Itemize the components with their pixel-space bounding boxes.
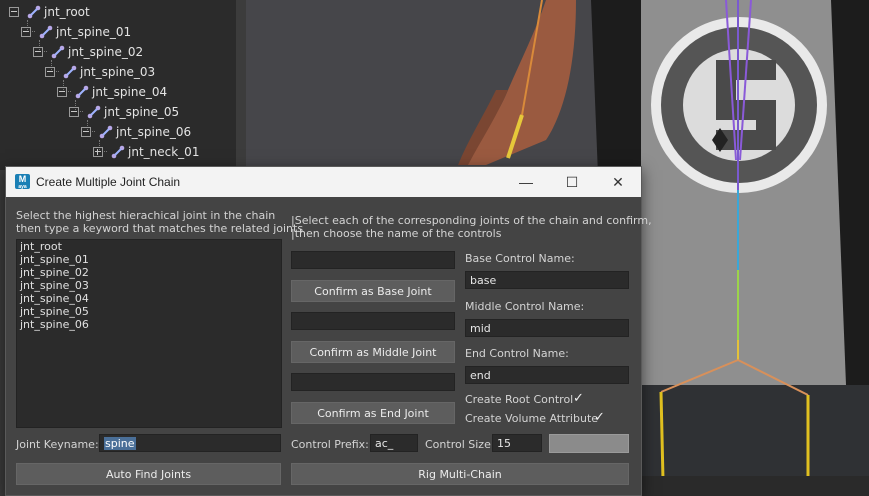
expand-icon[interactable] xyxy=(93,147,103,157)
joint-icon xyxy=(75,85,89,99)
collapse-icon[interactable] xyxy=(21,27,31,37)
outliner-item-jnt-spine-02[interactable]: jnt_spine_02 xyxy=(33,42,143,62)
outliner-item-jnt-spine-05[interactable]: jnt_spine_05 xyxy=(69,102,179,122)
close-button[interactable]: ✕ xyxy=(595,167,641,197)
outliner-item-jnt-spine-06[interactable]: jnt_spine_06 xyxy=(81,122,191,142)
joint-icon xyxy=(99,125,113,139)
left-instructions-line-2: then type a keyword that matches the rel… xyxy=(16,222,304,235)
middle-control-label: Middle Control Name: xyxy=(465,300,585,313)
maya-app-icon: Maya xyxy=(15,174,30,190)
confirm-end-joint-button[interactable]: Confirm as End Joint xyxy=(291,402,455,424)
outliner-item-label: jnt_root xyxy=(44,5,90,19)
confirm-base-joint-button[interactable]: Confirm as Base Joint xyxy=(291,280,455,302)
joint-icon xyxy=(63,65,77,79)
collapse-icon[interactable] xyxy=(81,127,91,137)
outliner-panel: jnt_root jnt_spine_01 jnt_spine_02 jnt_s… xyxy=(0,0,236,170)
outliner-item-jnt-spine-03[interactable]: jnt_spine_03 xyxy=(45,62,155,82)
dialog-titlebar[interactable]: Maya Create Multiple Joint Chain — ☐ ✕ xyxy=(6,167,641,197)
base-joint-field[interactable] xyxy=(291,251,455,269)
end-joint-field[interactable] xyxy=(291,373,455,391)
control-size-input[interactable]: 15 xyxy=(492,434,542,452)
joint-keyname-label: Joint Keyname: xyxy=(16,438,99,451)
joint-keyname-input[interactable]: spine xyxy=(99,434,281,452)
middle-joint-field[interactable] xyxy=(291,312,455,330)
create-root-control-checkbox[interactable]: ✓ xyxy=(573,392,585,405)
outliner-item-label: jnt_spine_03 xyxy=(80,65,156,79)
list-item[interactable]: jnt_spine_06 xyxy=(17,318,281,331)
outliner-item-label: jnt_neck_01 xyxy=(128,145,200,159)
maximize-button[interactable]: ☐ xyxy=(549,167,595,197)
list-item[interactable]: jnt_spine_02 xyxy=(17,266,281,279)
outliner-item-label: jnt_spine_02 xyxy=(68,45,144,59)
joint-icon xyxy=(111,145,125,159)
keyname-value: spine xyxy=(104,437,136,450)
confirm-middle-joint-button[interactable]: Confirm as Middle Joint xyxy=(291,341,455,363)
collapse-icon[interactable] xyxy=(57,87,67,97)
right-instructions-line-1: |Select each of the corresponding joints… xyxy=(291,214,652,227)
outliner-item-jnt-neck-01[interactable]: jnt_neck_01 xyxy=(93,142,199,162)
collapse-icon[interactable] xyxy=(69,107,79,117)
create-root-control-label: Create Root Control xyxy=(465,393,574,406)
collapse-icon[interactable] xyxy=(9,7,19,17)
create-joint-chain-dialog: Maya Create Multiple Joint Chain — ☐ ✕ S… xyxy=(5,166,652,496)
outliner-item-label: jnt_spine_06 xyxy=(116,125,192,139)
list-item[interactable]: jnt_spine_01 xyxy=(17,253,281,266)
joint-icon xyxy=(87,105,101,119)
outliner-item-jnt-root[interactable]: jnt_root xyxy=(9,2,90,22)
collapse-icon[interactable] xyxy=(45,67,55,77)
outliner-item-label: jnt_spine_05 xyxy=(104,105,180,119)
list-item[interactable]: jnt_spine_05 xyxy=(17,305,281,318)
end-control-input[interactable]: end xyxy=(465,366,629,384)
joint-icon xyxy=(39,25,53,39)
middle-control-input[interactable]: mid xyxy=(465,319,629,337)
control-prefix-input[interactable]: ac_ xyxy=(370,434,418,452)
control-prefix-label: Control Prefix: xyxy=(291,438,369,451)
base-control-input[interactable]: base xyxy=(465,271,629,289)
auto-find-joints-button[interactable]: Auto Find Joints xyxy=(16,463,281,485)
list-item[interactable]: jnt_spine_04 xyxy=(17,292,281,305)
dialog-title: Create Multiple Joint Chain xyxy=(36,175,181,189)
create-volume-attribute-checkbox[interactable]: ✓ xyxy=(594,411,606,424)
control-color-swatch[interactable] xyxy=(549,434,629,453)
create-volume-attribute-label: Create Volume Attribute xyxy=(465,412,599,425)
outliner-item-jnt-spine-04[interactable]: jnt_spine_04 xyxy=(57,82,167,102)
list-item[interactable]: jnt_root xyxy=(17,240,281,253)
left-instructions-line-1: Select the highest hierachical joint in … xyxy=(16,209,276,222)
list-item[interactable]: jnt_spine_03 xyxy=(17,279,281,292)
right-instructions-line-2: |then choose the name of the controls xyxy=(291,227,502,240)
collapse-icon[interactable] xyxy=(33,47,43,57)
joint-list[interactable]: jnt_root jnt_spine_01 jnt_spine_02 jnt_s… xyxy=(16,239,282,428)
outliner-item-label: jnt_spine_04 xyxy=(92,85,168,99)
minimize-button[interactable]: — xyxy=(503,167,549,197)
end-control-label: End Control Name: xyxy=(465,347,569,360)
joint-icon xyxy=(27,5,41,19)
outliner-item-label: jnt_spine_01 xyxy=(56,25,132,39)
control-size-label: Control Size xyxy=(425,438,491,451)
outliner-item-jnt-spine-01[interactable]: jnt_spine_01 xyxy=(21,22,131,42)
joint-icon xyxy=(51,45,65,59)
base-control-label: Base Control Name: xyxy=(465,252,575,265)
rig-multi-chain-button[interactable]: Rig Multi-Chain xyxy=(291,463,629,485)
